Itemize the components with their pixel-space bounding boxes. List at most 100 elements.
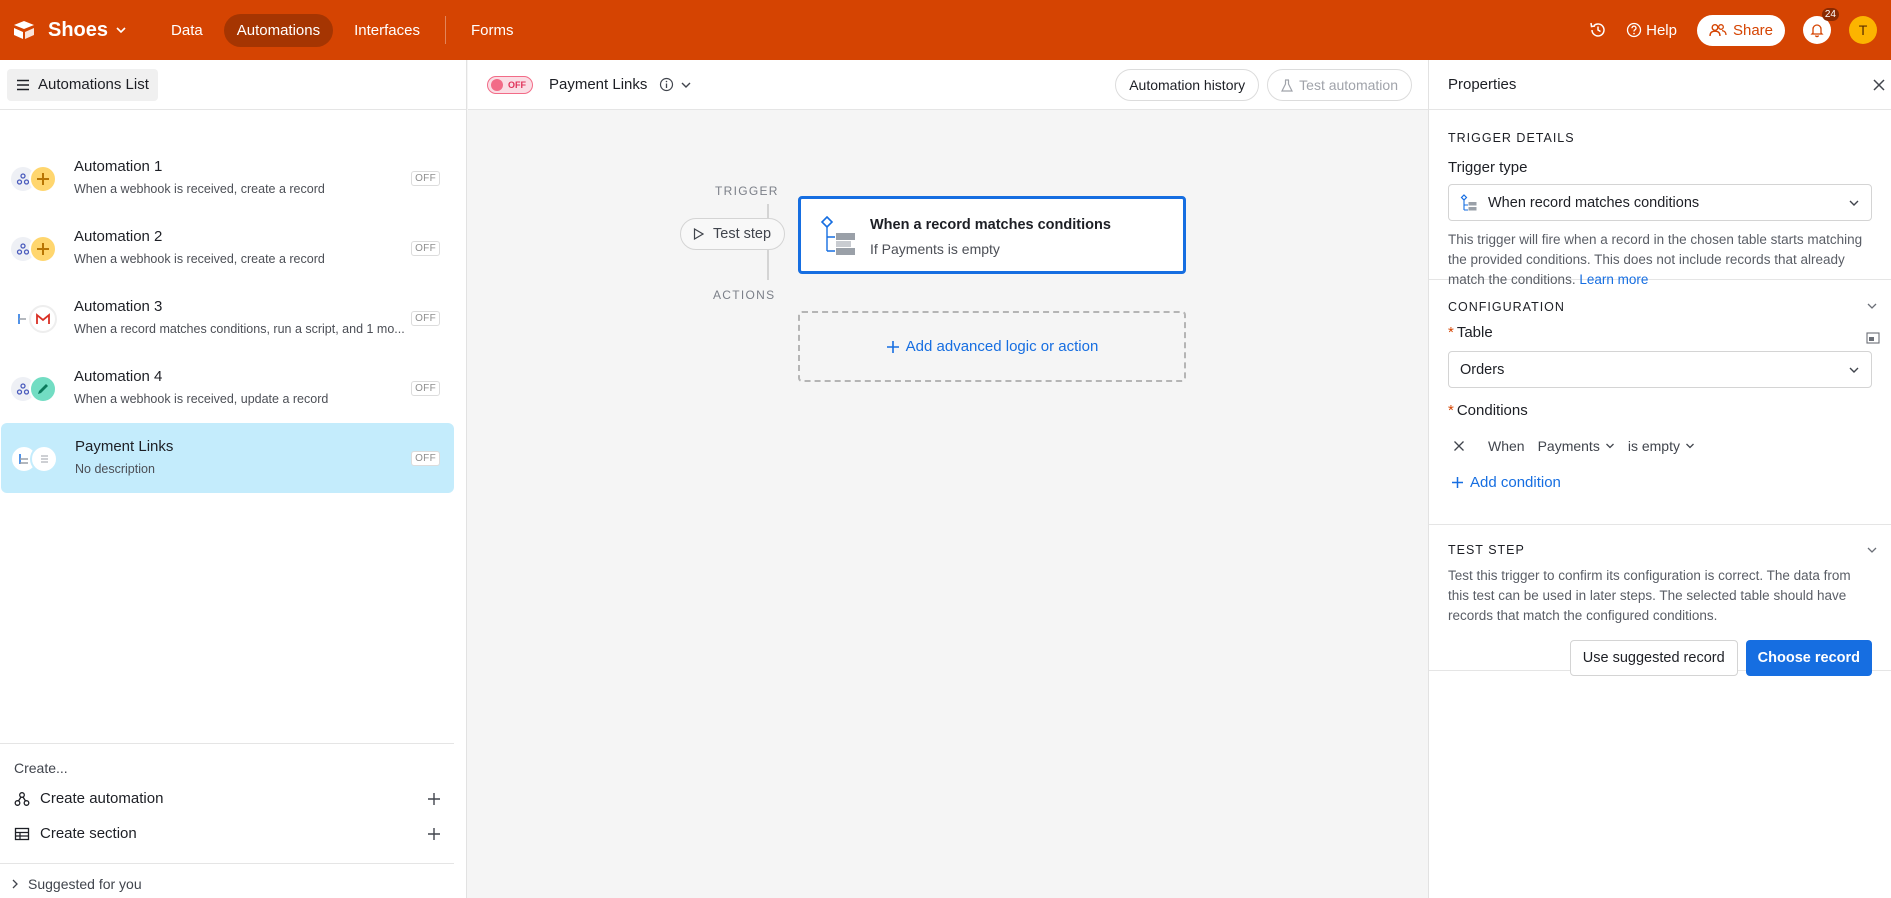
table-select[interactable]: Orders — [1448, 351, 1872, 388]
automation-name: Automation 3 — [74, 298, 163, 315]
status-badge: OFF — [411, 451, 440, 466]
automation-icon — [14, 791, 30, 807]
automation-text: Automation 3 When a record matches condi… — [74, 298, 405, 336]
bell-icon — [1810, 24, 1824, 38]
airtable-logo-icon[interactable] — [12, 18, 36, 42]
required-asterisk: * — [1448, 324, 1454, 341]
automation-item[interactable]: Automation 3 When a record matches condi… — [0, 283, 454, 353]
record-matches-conditions-icon — [818, 215, 858, 257]
automation-description: No description — [75, 462, 155, 476]
required-asterisk: * — [1448, 402, 1454, 419]
history-icon[interactable] — [1588, 20, 1608, 40]
trigger-help-body: This trigger will fire when a record in … — [1448, 232, 1863, 287]
automation-icons — [10, 445, 60, 473]
base-name[interactable]: Shoes — [48, 19, 108, 42]
automation-header-bar: OFF Payment Links Automation history Tes… — [468, 60, 1428, 110]
condition-field-value: Payments — [1537, 438, 1600, 454]
toggle-label: OFF — [508, 79, 526, 90]
conditions-label: Conditions — [1456, 402, 1528, 419]
test-step-button[interactable]: Test step — [680, 218, 786, 250]
automation-text: Automation 4 When a webhook is received,… — [74, 368, 328, 406]
automation-item-selected[interactable]: Payment Links No description OFF — [1, 423, 454, 493]
actions-section-label: ACTIONS — [713, 288, 776, 302]
automation-toggle[interactable]: OFF — [487, 75, 533, 94]
add-action-button[interactable]: Add advanced logic or action — [798, 311, 1186, 382]
list-icon — [30, 445, 58, 473]
nav-forms[interactable]: Forms — [458, 14, 527, 47]
suggested-for-you[interactable]: Suggested for you — [0, 863, 454, 898]
top-bar: Shoes Data Automations Interfaces Forms … — [0, 0, 1891, 60]
add-condition-button[interactable]: Add condition — [1451, 474, 1872, 491]
hamburger-icon — [16, 79, 30, 91]
plus-icon[interactable] — [426, 826, 442, 842]
nav-interfaces[interactable]: Interfaces — [341, 14, 433, 47]
create-section-button[interactable]: Create section — [0, 816, 454, 851]
expand-icon[interactable] — [1866, 332, 1880, 344]
people-icon — [1709, 23, 1727, 37]
create-automation-button[interactable]: Create automation — [0, 781, 454, 816]
trigger-details-section: TRIGGER DETAILS Trigger type When record… — [1429, 110, 1891, 287]
automation-item[interactable]: Automation 2 When a webhook is received,… — [0, 213, 454, 283]
nav-data[interactable]: Data — [158, 14, 216, 47]
conditions-field-label: * Conditions — [1448, 402, 1872, 419]
main-nav: Data Automations Interfaces Forms — [158, 13, 534, 47]
close-icon[interactable] — [1871, 77, 1887, 93]
chevron-down-icon[interactable] — [680, 79, 692, 91]
plus-icon — [29, 165, 57, 193]
automation-icons — [9, 305, 59, 333]
test-step-section: TEST STEP Test this trigger to confirm i… — [1429, 525, 1891, 676]
configuration-section: CONFIGURATION * Table Orders * Conditions … — [1429, 280, 1891, 525]
help-circle-icon — [1626, 22, 1642, 38]
chevron-down-icon[interactable] — [114, 23, 128, 37]
status-badge: OFF — [411, 241, 440, 256]
top-right-actions: Help Share 24 T — [1588, 0, 1891, 60]
table-icon — [14, 826, 30, 842]
automation-name: Payment Links — [75, 438, 174, 455]
condition-operator-dropdown[interactable]: is empty — [1628, 438, 1695, 454]
status-badge: OFF — [411, 381, 440, 396]
automation-title[interactable]: Payment Links — [549, 76, 647, 93]
automation-description: When a webhook is received, create a rec… — [74, 252, 325, 266]
create-automation-label: Create automation — [40, 790, 164, 807]
automation-history-button[interactable]: Automation history — [1115, 69, 1260, 101]
remove-condition-icon[interactable] — [1453, 440, 1465, 452]
automations-list-button[interactable]: Automations List — [7, 68, 158, 101]
nav-automations[interactable]: Automations — [223, 13, 334, 47]
automation-name: Automation 2 — [74, 228, 163, 245]
configuration-title: CONFIGURATION — [1448, 300, 1565, 314]
automation-name: Automation 4 — [74, 368, 163, 385]
chevron-down-icon — [1685, 441, 1695, 451]
chevron-down-icon — [1848, 364, 1860, 376]
automation-description: When a webhook is received, create a rec… — [74, 182, 325, 196]
automation-description: When a record matches conditions, run a … — [74, 322, 405, 336]
choose-record-button[interactable]: Choose record — [1745, 640, 1872, 676]
trigger-type-select[interactable]: When record matches conditions — [1448, 184, 1872, 221]
trigger-section-label: TRIGGER — [715, 184, 779, 198]
test-automation-button[interactable]: Test automation — [1267, 69, 1412, 101]
automation-item[interactable]: Automation 4 When a webhook is received,… — [0, 353, 454, 423]
help-button[interactable]: Help — [1626, 22, 1677, 39]
chevron-down-icon[interactable] — [1866, 300, 1878, 312]
notifications-button[interactable]: 24 — [1803, 8, 1839, 44]
automation-text: Automation 2 When a webhook is received,… — [74, 228, 325, 266]
condition-field-dropdown[interactable]: Payments — [1538, 438, 1615, 454]
add-action-label: Add advanced logic or action — [905, 338, 1099, 355]
plus-icon — [886, 340, 900, 354]
use-suggested-record-button[interactable]: Use suggested record — [1569, 640, 1738, 676]
chevron-down-icon — [1848, 197, 1860, 209]
trigger-card-title: When a record matches conditions — [870, 217, 1111, 233]
user-avatar[interactable]: T — [1849, 16, 1877, 44]
chevron-down-icon[interactable] — [1866, 544, 1878, 556]
automation-icons — [9, 165, 59, 193]
share-button[interactable]: Share — [1696, 14, 1785, 46]
properties-header: Properties — [1429, 60, 1891, 110]
plus-icon[interactable] — [426, 791, 442, 807]
automations-list-label: Automations List — [38, 76, 149, 93]
table-label: Table — [1456, 324, 1493, 341]
record-matches-conditions-icon — [1460, 193, 1478, 212]
info-icon[interactable] — [659, 77, 674, 92]
trigger-card[interactable]: When a record matches conditions If Paym… — [798, 196, 1186, 274]
automation-item[interactable]: Automation 1 When a webhook is received,… — [0, 143, 454, 213]
gmail-icon — [29, 305, 57, 333]
test-automation-label: Test automation — [1299, 77, 1398, 93]
